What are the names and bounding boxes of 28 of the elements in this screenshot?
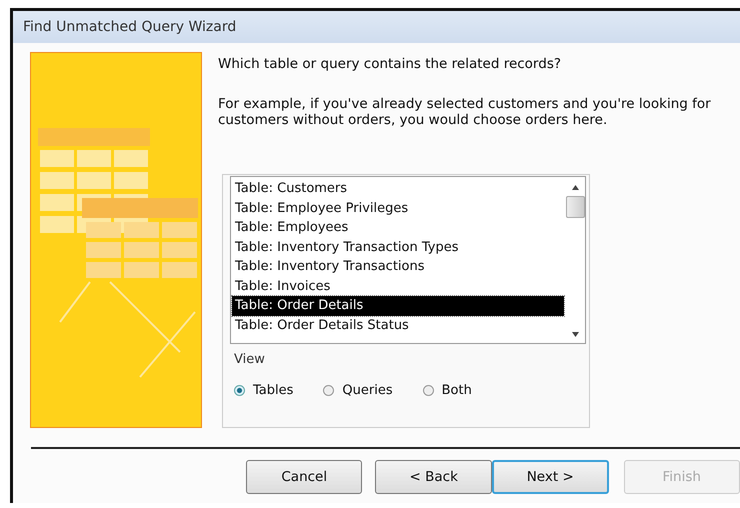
question-text: Which table or query contains the related records? (218, 56, 562, 72)
view-radio[interactable]: Queries (323, 383, 393, 398)
view-radio[interactable]: Tables (234, 383, 294, 398)
explanation-text: For example, if you've already selected customers and you're looking for customers without orders, you would choose orders here. (218, 96, 712, 128)
scroll-down-icon[interactable] (572, 332, 578, 337)
wizard-button[interactable]: Next > (492, 460, 608, 494)
wizard-button[interactable]: Cancel (246, 460, 362, 494)
list-item[interactable]: Table: Employees (232, 218, 564, 238)
view-label: View (234, 352, 265, 367)
scroll-thumb[interactable] (566, 196, 584, 218)
view-radio[interactable]: Both (422, 383, 472, 398)
radio-icon[interactable] (422, 385, 434, 396)
list-item[interactable]: Table: Inventory Transaction Types (232, 238, 564, 257)
radio-label: Both (442, 383, 472, 398)
scroll-up-icon[interactable] (572, 185, 578, 190)
list-item[interactable]: Table: Order Details (232, 296, 564, 316)
radio-icon[interactable] (234, 385, 245, 396)
list-item[interactable]: Table: Customers (232, 179, 564, 198)
list-item[interactable]: Table: Order Details Status (232, 316, 564, 335)
wizard-button[interactable]: < Back (375, 460, 492, 494)
radio-icon[interactable] (323, 385, 334, 396)
list-item[interactable]: Table: Employee Privileges (232, 198, 564, 218)
window-title: Find Unmatched Query Wizard (23, 19, 236, 35)
list-item[interactable]: Table: Invoices (232, 276, 564, 296)
table-list[interactable]: Table: Customers Table: Employee Privileges Table: Employees Table: Inventory Transaction Types Table: Inventory Transactions Table: Invoices Table: Order Details Table: Order Details Status (230, 176, 586, 344)
radio-label: Tables (253, 383, 294, 398)
list-item[interactable]: Table: Inventory Transactions (232, 257, 564, 276)
radio-label: Queries (342, 383, 393, 398)
